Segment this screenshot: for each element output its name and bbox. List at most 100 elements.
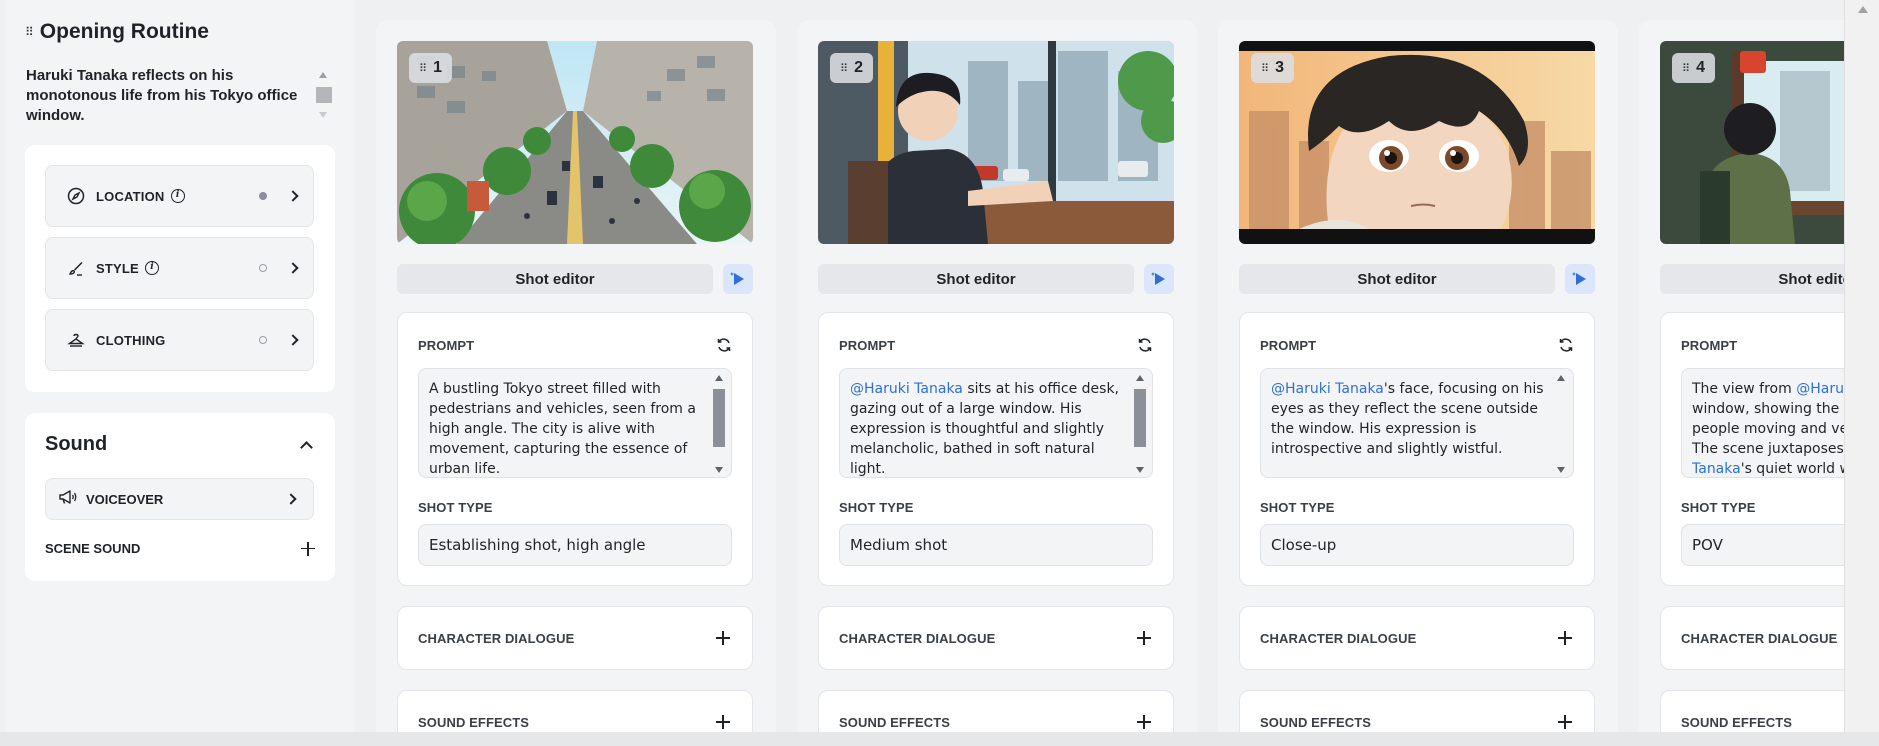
generate-video-button[interactable] (723, 264, 753, 294)
sound-effects-label: SOUND EFFECTS (839, 714, 951, 730)
shot-editor-button[interactable]: Shot editor (1660, 264, 1844, 294)
shot-thumbnail[interactable]: ⠿ 4 (1660, 41, 1844, 244)
prompt-text-segment: A bustling Tokyo street filled with pede… (429, 381, 696, 477)
style-row[interactable]: STYLE i (45, 237, 314, 299)
add-sound-effect-icon[interactable] (1137, 715, 1151, 729)
drag-handle-icon[interactable]: ⠿ (1261, 62, 1269, 75)
scroll-up-icon[interactable] (1136, 375, 1144, 381)
scroll-down-icon[interactable] (715, 467, 723, 473)
add-sound-effect-icon[interactable] (716, 715, 730, 729)
scroll-down-icon[interactable] (1136, 467, 1144, 473)
prompt-scrollbar[interactable] (713, 375, 725, 473)
add-dialogue-icon[interactable] (716, 631, 730, 645)
drag-handle-icon[interactable]: ⠿ (840, 62, 848, 75)
shot-thumbnail[interactable]: ⠿ 3 (1239, 41, 1595, 244)
drag-handle-icon[interactable]: ⠿ (419, 62, 427, 75)
location-row[interactable]: LOCATION i (45, 165, 314, 227)
character-dialogue-section[interactable]: CHARACTER DIALOGUE (1660, 606, 1844, 670)
compass-icon (66, 186, 86, 206)
chevron-right-icon[interactable] (285, 493, 297, 505)
scene-title[interactable]: Opening Routine (40, 20, 209, 44)
play-sparkle-icon (730, 272, 744, 285)
character-dialogue-section[interactable]: CHARACTER DIALOGUE (397, 606, 753, 670)
prompt-section: PROMPT The view from @Haruki Tanaka's wi… (1660, 312, 1844, 586)
prompt-scrollbar[interactable] (1134, 375, 1146, 473)
scroll-up-icon[interactable] (319, 72, 327, 78)
shot-number-badge[interactable]: ⠿ 1 (409, 53, 452, 83)
scroll-down-icon[interactable] (1557, 467, 1565, 473)
character-dialogue-section[interactable]: CHARACTER DIALOGUE (818, 606, 1174, 670)
regenerate-icon[interactable] (1137, 337, 1153, 353)
scroll-up-icon[interactable] (715, 375, 723, 381)
scroll-thumb[interactable] (1134, 389, 1146, 447)
sound-title: Sound (45, 433, 108, 455)
regenerate-icon[interactable] (1558, 337, 1574, 353)
info-icon[interactable]: i (144, 261, 159, 275)
description-scrollbar[interactable] (315, 72, 332, 118)
add-dialogue-icon[interactable] (1137, 631, 1151, 645)
scene-title-row: ⠿ Opening Routine (25, 20, 209, 44)
shots-strip[interactable]: ⠿ 1 Shot editor PROMPT A bustling Tokyo … (355, 0, 1844, 732)
add-dialogue-icon[interactable] (1558, 631, 1572, 645)
info-icon[interactable]: i (170, 189, 185, 203)
shot-number-badge[interactable]: ⠿ 3 (1251, 53, 1294, 83)
shot-type-input[interactable]: Establishing shot, high angle (418, 524, 732, 566)
generate-video-button[interactable] (1144, 264, 1174, 294)
shot-card[interactable]: ⠿ 4 Shot editor PROMPT (1639, 20, 1844, 732)
shot-type-input[interactable]: POV (1681, 524, 1844, 566)
scroll-thumb[interactable] (713, 389, 725, 447)
shot-thumbnail[interactable]: ⠿ 1 (397, 41, 753, 244)
sound-effects-section[interactable]: SOUND EFFECTS (397, 690, 753, 732)
prompt-label: PROMPT (1260, 337, 1317, 353)
shot-thumbnail[interactable]: ⠿ 2 (818, 41, 1174, 244)
sound-effects-label: SOUND EFFECTS (418, 714, 530, 730)
character-mention[interactable]: @Haruki Tanaka (850, 381, 963, 397)
add-scene-sound-icon[interactable] (301, 541, 315, 556)
drag-handle-icon[interactable]: ⠿ (1682, 62, 1690, 75)
generate-video-button[interactable] (1565, 264, 1595, 294)
sound-effects-section[interactable]: SOUND EFFECTS (818, 690, 1174, 732)
shot-card[interactable]: ⠿ 2 Shot editor PROMPT @Haruki Tanaka si… (797, 20, 1197, 732)
shot-number: 2 (854, 59, 863, 76)
vertical-scrollbar[interactable] (1844, 0, 1879, 732)
shot-editor-row: Shot editor (1660, 264, 1844, 294)
horizontal-scrollbar[interactable] (0, 732, 1879, 746)
voiceover-row[interactable]: VOICEOVER (45, 478, 314, 520)
character-mention[interactable]: @Haruki Tanaka (1796, 381, 1844, 397)
sound-header[interactable]: Sound (45, 433, 315, 456)
scene-description[interactable]: Haruki Tanaka reflects on his monotonous… (26, 66, 306, 126)
shot-card[interactable]: ⠿ 3 Shot editor PROMPT @Haruki Tanaka's … (1218, 20, 1618, 732)
prompt-header: PROMPT (1260, 337, 1574, 353)
chevron-up-icon[interactable] (300, 440, 313, 454)
scroll-thumb[interactable] (316, 87, 332, 103)
add-sound-effect-icon[interactable] (1558, 715, 1572, 729)
prompt-textarea[interactable]: The view from @Haruki Tanaka's window, s… (1681, 368, 1844, 478)
scroll-up-icon[interactable] (1557, 375, 1565, 381)
prompt-textarea[interactable]: @Haruki Tanaka's face, focusing on his e… (1260, 368, 1574, 478)
shot-editor-button[interactable]: Shot editor (818, 264, 1134, 294)
regenerate-icon[interactable] (716, 337, 732, 353)
scene-attributes-panel: LOCATION i STYLE i CLOTHING (25, 145, 335, 392)
scroll-up-icon[interactable] (1858, 6, 1868, 13)
sound-effects-section[interactable]: SOUND EFFECTS (1660, 690, 1844, 732)
prompt-scrollbar[interactable] (1555, 375, 1567, 473)
shot-number-badge[interactable]: ⠿ 2 (830, 53, 873, 83)
shot-editor-button[interactable]: Shot editor (397, 264, 713, 294)
chevron-right-icon[interactable] (287, 190, 299, 202)
clothing-row[interactable]: CLOTHING (45, 309, 314, 371)
shot-card[interactable]: ⠿ 1 Shot editor PROMPT A bustling Tokyo … (376, 20, 776, 732)
shot-editor-button[interactable]: Shot editor (1239, 264, 1555, 294)
chevron-right-icon[interactable] (287, 334, 299, 346)
drag-handle-icon[interactable]: ⠿ (25, 26, 34, 38)
shot-type-label: SHOT TYPE (418, 500, 493, 515)
character-mention[interactable]: @Haruki Tanaka (1271, 381, 1384, 397)
shot-type-input[interactable]: Close-up (1260, 524, 1574, 566)
sound-effects-section[interactable]: SOUND EFFECTS (1239, 690, 1595, 732)
prompt-textarea[interactable]: @Haruki Tanaka sits at his office desk, … (839, 368, 1153, 478)
shot-number-badge[interactable]: ⠿ 4 (1672, 53, 1715, 83)
prompt-textarea[interactable]: A bustling Tokyo street filled with pede… (418, 368, 732, 478)
chevron-right-icon[interactable] (287, 262, 299, 274)
character-dialogue-section[interactable]: CHARACTER DIALOGUE (1239, 606, 1595, 670)
scroll-down-icon[interactable] (319, 112, 327, 118)
shot-type-input[interactable]: Medium shot (839, 524, 1153, 566)
